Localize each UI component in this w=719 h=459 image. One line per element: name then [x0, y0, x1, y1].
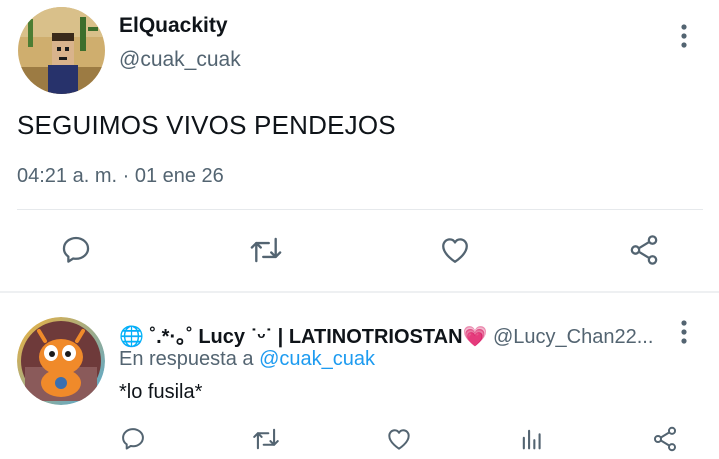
- timestamp[interactable]: 04:21 a. m. · 01 ene 26: [17, 165, 224, 188]
- display-name[interactable]: ElQuackity: [119, 14, 228, 38]
- reply-mention-link[interactable]: @cuak_cuak: [259, 348, 375, 370]
- like-button[interactable]: [435, 230, 475, 270]
- reply-button[interactable]: [113, 419, 153, 459]
- reply-display-name[interactable]: ˚.*·｡˚ Lucy ˙ᵕ˙ | LATINOTRIOSTAN💗: [149, 326, 487, 348]
- more-options-icon[interactable]: [672, 22, 696, 50]
- like-icon: [388, 429, 410, 450]
- like-icon: [442, 238, 468, 263]
- reply-context: En respuesta a @cuak_cuak: [119, 348, 375, 371]
- reply-icon: [62, 236, 90, 263]
- share-icon: [653, 426, 677, 452]
- reply-text: *lo fusila*: [119, 381, 203, 403]
- handle[interactable]: @cuak_cuak: [119, 48, 241, 72]
- share-icon: [630, 235, 658, 265]
- retweet-button[interactable]: [246, 230, 286, 270]
- like-button[interactable]: [379, 419, 419, 459]
- share-button[interactable]: [624, 230, 664, 270]
- share-button[interactable]: [645, 419, 685, 459]
- avatar[interactable]: [18, 7, 105, 94]
- reply-handle[interactable]: @Lucy_Chan22...: [493, 326, 653, 348]
- reply-prefix: En respuesta a: [119, 348, 254, 370]
- divider: [17, 209, 703, 210]
- section-divider: [0, 291, 719, 293]
- views-icon: [522, 429, 541, 450]
- avatar[interactable]: [17, 317, 105, 405]
- retweet-button[interactable]: [246, 419, 286, 459]
- globe-icon: 🌐: [119, 326, 144, 348]
- views-button[interactable]: [512, 419, 552, 459]
- tweet-text: SEGUIMOS VIVOS PENDEJOS: [17, 110, 396, 140]
- reply-header: 🌐 ˚.*·｡˚ Lucy ˙ᵕ˙ | LATINOTRIOSTAN💗 @Luc…: [119, 320, 679, 349]
- retweet-icon: [253, 428, 279, 450]
- more-options-icon[interactable]: [672, 318, 696, 346]
- reply-button[interactable]: [56, 230, 96, 270]
- retweet-icon: [250, 237, 282, 263]
- reply-icon: [122, 428, 144, 450]
